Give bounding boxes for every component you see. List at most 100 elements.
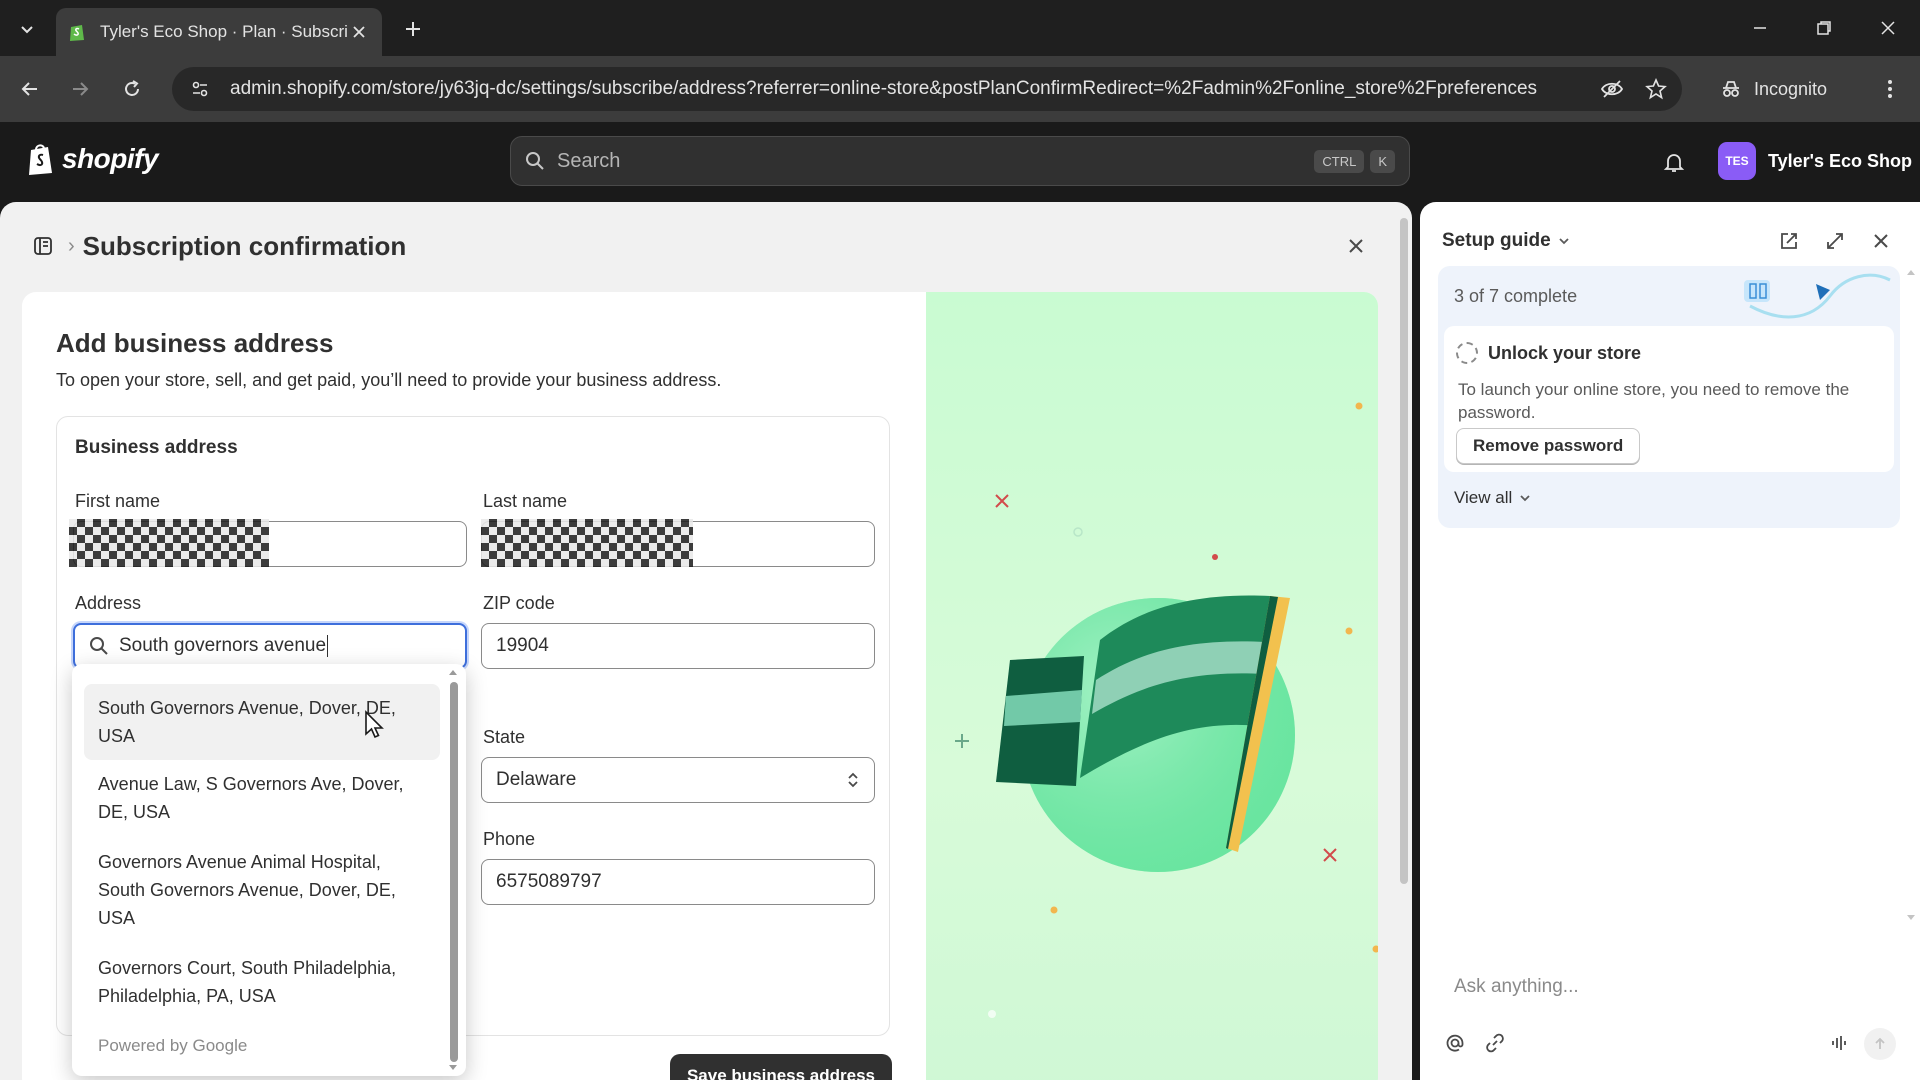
- guide-progress: 3 of 7 complete: [1454, 286, 1578, 306]
- expand-icon[interactable]: [1820, 226, 1850, 256]
- save-business-address-button[interactable]: Save business address: [670, 1054, 892, 1080]
- address-search-input[interactable]: South governors avenue: [73, 623, 467, 669]
- scroll-up-icon[interactable]: [448, 668, 458, 676]
- address-input-value: South governors avenue: [119, 635, 327, 656]
- suggestion-item[interactable]: Governors Court, South Philadelphia, Phi…: [84, 944, 440, 1020]
- url-text: admin.shopify.com/store/jy63jq-dc/settin…: [230, 78, 1538, 99]
- step-description: To launch your online store, you need to…: [1458, 380, 1850, 422]
- shopify-favicon-icon: [70, 25, 84, 41]
- modal-header: › Subscription confirmation: [0, 202, 1412, 290]
- tab-close-icon[interactable]: [348, 21, 370, 43]
- flag-illustration-svg: [955, 402, 1378, 1018]
- incognito-label: Incognito: [1754, 78, 1828, 99]
- page-title: Subscription confirmation: [82, 230, 407, 261]
- tab-search-icon[interactable]: [10, 12, 44, 46]
- back-icon[interactable]: [10, 69, 50, 109]
- state-label: State: [483, 727, 526, 747]
- restore-icon[interactable]: [1804, 10, 1844, 46]
- chevron-down-icon: [1520, 495, 1530, 502]
- attach-link-icon[interactable]: [1482, 1030, 1508, 1056]
- chevron-down-icon: [1559, 238, 1569, 245]
- form-subtitle: To open your store, sell, and get paid, …: [56, 370, 722, 390]
- panel-close-icon[interactable]: [1866, 226, 1896, 256]
- guide-decoration-icon: [1744, 273, 1891, 319]
- setup-guide-title: Setup guide: [1442, 230, 1551, 251]
- reload-icon[interactable]: [112, 69, 152, 109]
- store-avatar: TES: [1718, 142, 1756, 180]
- assistant-input-area[interactable]: Ask anything...: [1434, 950, 1906, 1060]
- eye-off-icon[interactable]: [1594, 71, 1630, 107]
- phone-label: Phone: [483, 829, 536, 849]
- form-title: Add business address: [56, 328, 334, 358]
- tab-title: Tyler's Eco Shop · Plan · Subscri: [100, 22, 348, 41]
- shortcut-key-ctrl: CTRL: [1314, 149, 1365, 173]
- open-external-icon[interactable]: [1774, 226, 1804, 256]
- scroll-down-icon[interactable]: [448, 1064, 458, 1072]
- state-value: Delaware: [496, 769, 577, 790]
- view-all-label: View all: [1454, 488, 1513, 507]
- zip-label: ZIP code: [483, 593, 555, 613]
- address-bar[interactable]: admin.shopify.com/store/jy63jq-dc/settin…: [172, 67, 1682, 111]
- dropdown-scrollbar[interactable]: [450, 682, 458, 1062]
- voice-input-icon[interactable]: [1826, 1030, 1852, 1056]
- search-icon: [526, 152, 544, 170]
- setup-step-unlock-store: Unlock your store To launch your online …: [1444, 326, 1894, 472]
- shopify-logo[interactable]: shopify: [26, 142, 159, 176]
- store-menu[interactable]: TES Tyler's Eco Shop: [1718, 142, 1912, 180]
- select-arrows-icon: [848, 772, 858, 788]
- first-name-label: First name: [75, 491, 161, 511]
- browser-tab-bar: Tyler's Eco Shop · Plan · Subscri: [0, 0, 1920, 56]
- suggestion-item[interactable]: Avenue Law, S Governors Ave, Dover, DE, …: [84, 760, 440, 836]
- setup-guide-panel: Setup guide 3 of 7 complete Unlock your …: [1420, 202, 1920, 1080]
- phone-field[interactable]: 6575089797: [481, 859, 875, 905]
- browser-tab[interactable]: Tyler's Eco Shop · Plan · Subscri: [56, 8, 382, 56]
- view-all-link[interactable]: View all: [1454, 488, 1532, 508]
- store-name: Tyler's Eco Shop: [1768, 150, 1912, 171]
- suggestion-item[interactable]: Governors Avenue Animal Hospital, South …: [84, 838, 440, 942]
- section-title: Business address: [75, 437, 238, 458]
- powered-by-google: Powered by Google: [98, 1036, 248, 1055]
- flag-illustration: [926, 292, 1378, 1080]
- step-status-icon[interactable]: [1456, 342, 1478, 364]
- window-close-icon[interactable]: [1868, 10, 1908, 46]
- scroll-down-icon[interactable]: [1906, 914, 1916, 922]
- send-button[interactable]: [1864, 1028, 1896, 1060]
- logo-text: shopify: [62, 143, 159, 174]
- send-arrow-icon: [1875, 1037, 1885, 1049]
- ask-input-placeholder: Ask anything...: [1454, 976, 1579, 997]
- forward-icon[interactable]: [60, 69, 100, 109]
- state-select[interactable]: Delaware: [481, 757, 875, 803]
- modal-scrollbar[interactable]: [1400, 218, 1408, 1080]
- breadcrumb-chevron-icon: ›: [68, 234, 75, 257]
- scroll-up-icon[interactable]: [1906, 268, 1916, 276]
- suggestion-item[interactable]: South Governors Avenue, Dover, DE, USA: [84, 684, 440, 760]
- mouse-cursor-icon: [365, 710, 384, 739]
- phone-value: 6575089797: [496, 871, 602, 892]
- search-placeholder: Search: [557, 149, 621, 172]
- bookmark-star-icon[interactable]: [1638, 71, 1674, 107]
- last-name-label: Last name: [483, 491, 568, 511]
- address-label: Address: [75, 593, 142, 613]
- search-icon: [90, 637, 108, 655]
- setup-guide-menu[interactable]: Setup guide: [1442, 230, 1571, 252]
- new-tab-icon[interactable]: [396, 12, 430, 46]
- modal-close-icon[interactable]: [1340, 230, 1372, 262]
- minimize-icon[interactable]: [1740, 10, 1780, 46]
- incognito-indicator[interactable]: Incognito: [1720, 69, 1827, 109]
- redacted-last-name: [481, 519, 693, 567]
- redacted-first-name: [69, 519, 269, 567]
- zip-value: 19904: [496, 635, 549, 656]
- site-info-icon[interactable]: [186, 75, 214, 103]
- zip-code-field[interactable]: 19904: [481, 623, 875, 669]
- mention-icon[interactable]: [1442, 1030, 1468, 1056]
- breadcrumb-settings-icon[interactable]: [30, 233, 56, 259]
- step-title: Unlock your store: [1488, 343, 1642, 363]
- remove-password-button[interactable]: Remove password: [1456, 428, 1641, 464]
- shortcut-key-k: K: [1370, 149, 1395, 173]
- browser-toolbar: admin.shopify.com/store/jy63jq-dc/settin…: [0, 56, 1920, 122]
- notifications-bell-icon[interactable]: [1658, 146, 1690, 178]
- admin-search-bar[interactable]: Search CTRL K: [510, 136, 1410, 186]
- shopify-topbar: shopify Search CTRL K TES Tyler's Eco Sh…: [0, 122, 1920, 202]
- browser-menu-icon[interactable]: [1872, 69, 1908, 109]
- incognito-icon: [1723, 81, 1739, 97]
